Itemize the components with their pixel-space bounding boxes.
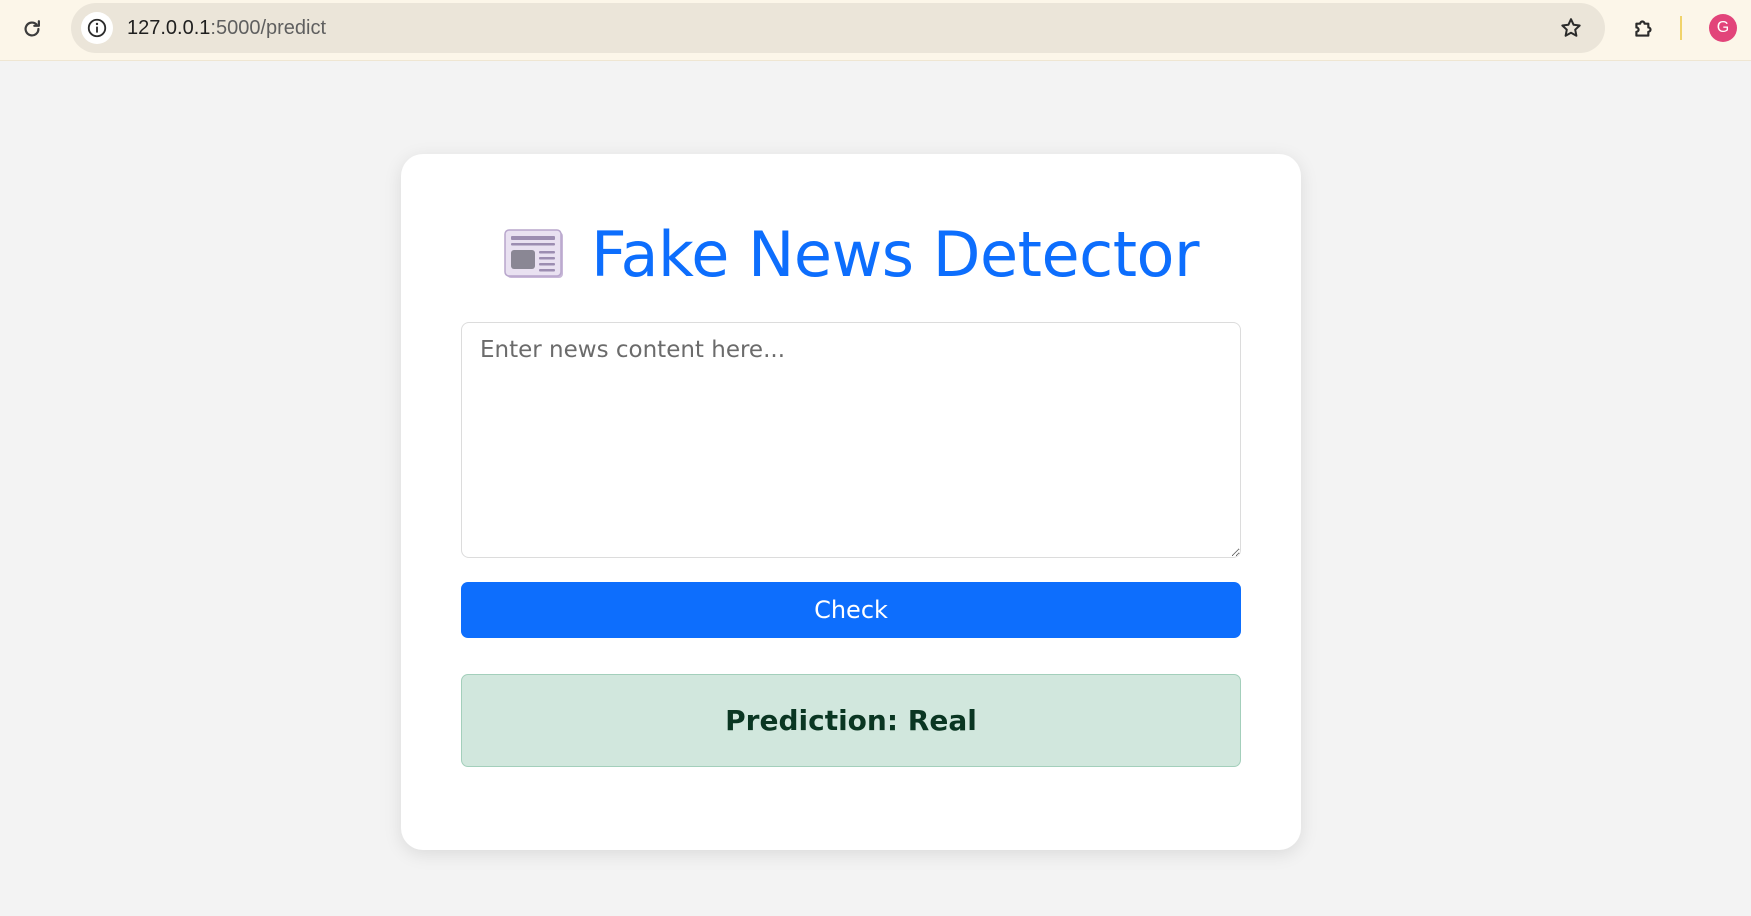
address-bar[interactable]: 127.0.0.1:5000/predict [71, 3, 1605, 53]
bookmark-button[interactable] [1555, 12, 1587, 44]
extensions-button[interactable] [1626, 10, 1662, 46]
newspaper-icon [504, 229, 564, 278]
prediction-result: Prediction: Real [461, 674, 1241, 767]
url-text[interactable]: 127.0.0.1:5000/predict [127, 3, 326, 53]
page-title: Fake News Detector [591, 217, 1199, 291]
reload-icon [24, 20, 40, 37]
news-content-input[interactable] [461, 322, 1241, 558]
url-path: :5000/predict [210, 17, 327, 39]
detector-card: Fake News Detector Check Prediction: Rea… [401, 154, 1301, 850]
site-info-button[interactable] [81, 12, 113, 44]
page-header: Fake News Detector [401, 214, 1301, 294]
info-icon [87, 18, 107, 38]
toolbar-divider [1680, 16, 1682, 40]
puzzle-icon [1635, 20, 1652, 37]
profile-avatar[interactable]: G [1709, 14, 1737, 42]
browser-toolbar: 127.0.0.1:5000/predict G [0, 0, 1751, 61]
url-host: 127.0.0.1 [127, 17, 211, 39]
star-icon [1561, 18, 1581, 37]
check-button[interactable]: Check [461, 582, 1241, 638]
reload-button[interactable] [14, 11, 50, 47]
